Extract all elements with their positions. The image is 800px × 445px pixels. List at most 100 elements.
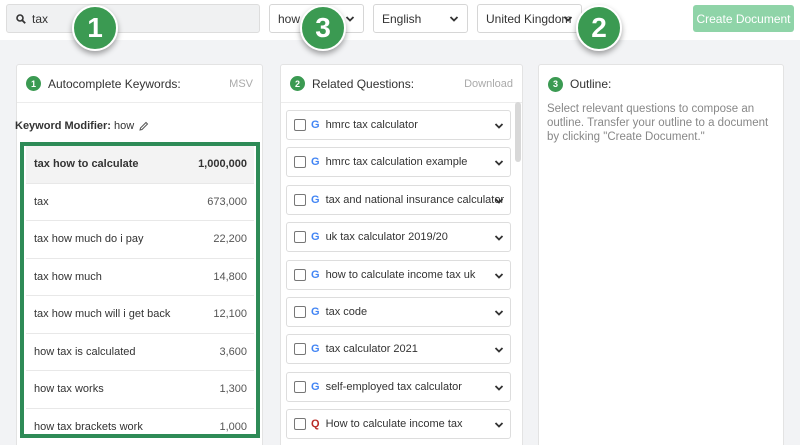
question-checkbox[interactable] [294, 156, 306, 169]
list-item[interactable]: tax how to calculate 1,000,000 [26, 146, 254, 184]
keyword-modifier[interactable]: Keyword Modifier: how [15, 120, 149, 132]
keyword-volume: 3,600 [219, 345, 247, 358]
panel-header: 1 Autocomplete Keywords: MSV [17, 65, 262, 103]
question-text: hmrc tax calculation example [325, 156, 468, 169]
source-icon: G [311, 119, 320, 131]
chevron-down-icon[interactable] [494, 420, 504, 430]
question-item[interactable]: Ghow to calculate income tax uk [286, 259, 511, 290]
chevron-down-icon [345, 16, 355, 22]
list-item[interactable]: how tax is calculated 3,600 [26, 334, 254, 371]
list-item[interactable]: tax how much 14,800 [26, 259, 254, 296]
source-icon: G [311, 343, 320, 356]
keyword-text: tax how much do i pay [34, 233, 144, 246]
source-icon: G [311, 231, 320, 244]
callout-badge-3: 3 [300, 5, 346, 51]
question-checkbox[interactable] [294, 231, 306, 244]
question-word-value: how [278, 11, 301, 26]
question-checkbox[interactable] [294, 380, 306, 393]
chevron-down-icon[interactable] [494, 196, 504, 206]
source-icon: G [311, 156, 320, 169]
chevron-down-icon[interactable] [494, 383, 504, 393]
question-text: How to calculate income tax [325, 418, 463, 431]
keyword-volume: 1,000 [219, 420, 247, 433]
keyword-volume: 22,200 [213, 233, 247, 246]
chevron-down-icon[interactable] [494, 271, 504, 281]
list-item[interactable]: tax how much do i pay 22,200 [26, 221, 254, 259]
keyword-text: tax how to calculate [34, 158, 139, 171]
keyword-text: tax how much will i get back [34, 308, 171, 321]
keyword-text: tax [34, 195, 49, 208]
question-item[interactable]: Gself-employed tax calculator [286, 371, 511, 402]
country-value: United Kingdom [486, 11, 572, 26]
keyword-volume: 1,300 [219, 383, 247, 396]
list-item[interactable]: how tax brackets work 1,000 [26, 409, 254, 435]
chevron-down-icon [563, 16, 573, 22]
question-checkbox[interactable] [294, 305, 306, 318]
question-checkbox[interactable] [294, 343, 306, 356]
questions-list: Ghmrc tax calculator Ghmrc tax calculatio… [286, 110, 511, 445]
source-icon: G [311, 305, 320, 318]
source-icon: G [311, 268, 320, 281]
question-item[interactable]: Gtax calculator 2021 [286, 334, 511, 365]
download-link[interactable]: Download [464, 78, 513, 90]
msv-sort-label[interactable]: MSV [229, 78, 253, 90]
question-text: hmrc tax calculator [325, 119, 418, 131]
question-item[interactable]: Ghmrc tax calculator [286, 110, 511, 140]
top-bar: how English United Kingdom Create Docume… [0, 0, 800, 40]
outline-instructions: Select relevant questions to compose an … [547, 103, 769, 143]
question-checkbox[interactable] [294, 268, 306, 281]
scrollbar[interactable] [515, 102, 521, 162]
source-icon: G [311, 193, 320, 206]
question-checkbox[interactable] [294, 119, 306, 131]
keyword-volume: 12,100 [213, 308, 247, 321]
keyword-text: tax how much [34, 270, 102, 283]
panel-title: Outline: [570, 77, 612, 91]
chevron-down-icon[interactable] [494, 345, 504, 355]
list-item[interactable]: tax 673,000 [26, 184, 254, 221]
country-dropdown[interactable]: United Kingdom [477, 4, 582, 33]
search-input[interactable] [32, 11, 232, 26]
create-document-button[interactable]: Create Document [693, 5, 794, 32]
list-item[interactable]: tax how much will i get back 12,100 [26, 296, 254, 334]
step-number: 1 [26, 76, 41, 91]
chevron-down-icon[interactable] [494, 158, 504, 168]
keyword-text: how tax works [34, 383, 104, 396]
source-icon: G [311, 380, 320, 393]
pencil-icon[interactable] [139, 121, 149, 131]
question-item[interactable]: Ghmrc tax calculation example [286, 147, 511, 178]
question-item[interactable]: Guk tax calculator 2019/20 [286, 222, 511, 253]
question-text: tax and national insurance calculator [325, 193, 505, 206]
list-item[interactable]: how tax works 1,300 [26, 371, 254, 409]
question-text: self-employed tax calculator [325, 380, 462, 393]
question-text: uk tax calculator 2019/20 [325, 231, 448, 244]
keyword-volume: 1,000,000 [198, 158, 247, 171]
callout-badge-1: 1 [72, 5, 118, 51]
search-box[interactable] [6, 4, 260, 33]
panel-title: Autocomplete Keywords: [48, 76, 181, 91]
question-text: how to calculate income tax uk [325, 268, 476, 281]
step-number: 2 [290, 76, 305, 91]
search-icon [16, 13, 26, 24]
question-item[interactable]: Gtax code [286, 296, 511, 327]
question-text: tax calculator 2021 [325, 343, 418, 356]
source-icon: Q [311, 418, 320, 431]
chevron-down-icon[interactable] [494, 308, 504, 318]
keyword-text: how tax is calculated [34, 345, 136, 358]
chevron-down-icon[interactable] [494, 233, 504, 243]
keywords-list: tax how to calculate 1,000,000 tax 673,000… [20, 142, 260, 438]
question-checkbox[interactable] [294, 418, 306, 431]
language-dropdown[interactable]: English [373, 4, 468, 33]
panel-header: 3 Outline: [539, 65, 783, 103]
chevron-down-icon [449, 16, 459, 22]
keyword-volume: 14,800 [213, 270, 247, 283]
keyword-volume: 673,000 [207, 195, 247, 208]
question-checkbox[interactable] [294, 193, 306, 206]
callout-badge-2: 2 [576, 5, 622, 51]
panel-header: 2 Related Questions: Download [281, 65, 522, 103]
question-item[interactable]: Gtax and national insurance calculator [286, 184, 511, 215]
language-value: English [382, 11, 422, 26]
question-item[interactable]: Q How to calculate income tax [286, 409, 511, 440]
keyword-modifier-label: Keyword Modifier: [15, 120, 111, 132]
chevron-down-icon[interactable] [494, 121, 504, 131]
keyword-text: how tax brackets work [34, 420, 143, 433]
